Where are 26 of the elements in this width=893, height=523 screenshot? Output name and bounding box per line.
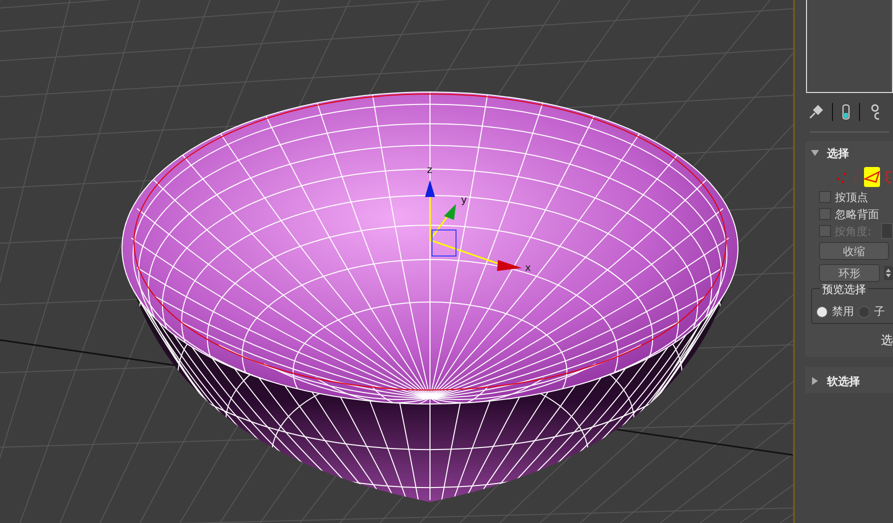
edge-mode-icon xyxy=(852,170,860,184)
expand-icon[interactable] xyxy=(811,377,819,385)
triangle-icon xyxy=(864,171,880,183)
test-tube-icon[interactable] xyxy=(842,104,850,120)
viewport[interactable]: z y x xyxy=(0,0,795,523)
group-title: 预览选择 xyxy=(820,282,868,297)
transform-gizmo[interactable] xyxy=(425,180,522,271)
rollout-title[interactable]: 选择 xyxy=(827,146,849,160)
vertex-mode-icon xyxy=(835,170,849,184)
axis-label: z xyxy=(427,165,432,176)
checkbox-label: 忽略背面 xyxy=(835,206,879,222)
element-mode-icon xyxy=(884,170,892,184)
checkbox[interactable] xyxy=(819,191,831,203)
ring-button[interactable]: 环形 xyxy=(819,264,880,282)
subobject-mode-button[interactable] xyxy=(864,167,880,187)
radio-option[interactable]: 禁用 xyxy=(816,304,854,319)
label-text: 选 xyxy=(881,332,893,349)
shrink-button[interactable]: 收缩 xyxy=(819,242,889,260)
radio-option[interactable]: 子 xyxy=(858,304,885,319)
axis-label: y xyxy=(461,195,467,206)
checkbox[interactable] xyxy=(819,208,831,220)
collapse-icon[interactable] xyxy=(811,149,819,157)
pin-icon[interactable] xyxy=(809,105,823,119)
checkbox-label: 按顶点 xyxy=(835,190,868,204)
spinner-icon[interactable] xyxy=(884,265,893,281)
axis-label: x xyxy=(525,263,531,274)
